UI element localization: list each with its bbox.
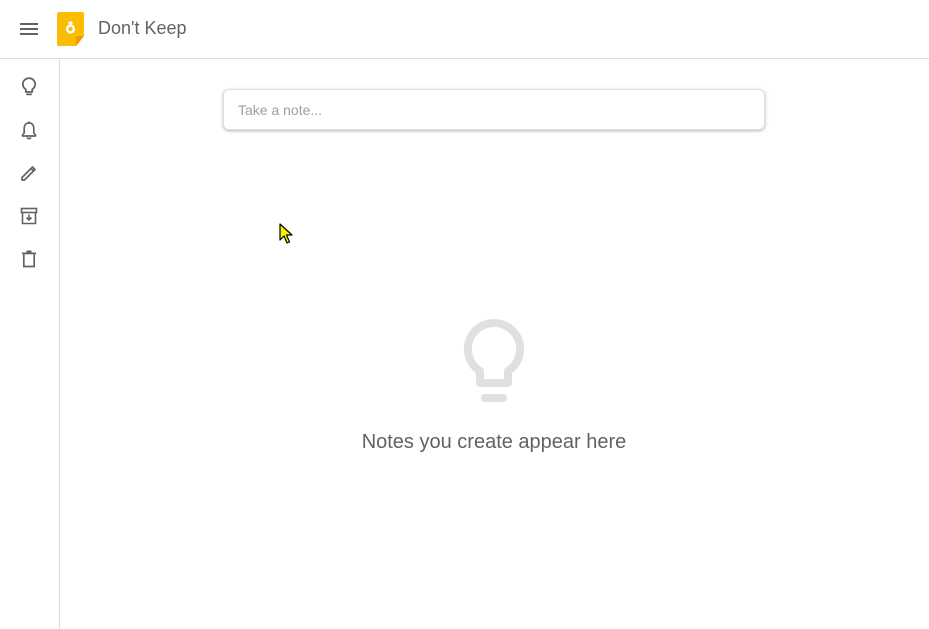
sidebar <box>0 59 60 629</box>
keep-logo-icon[interactable] <box>57 12 84 46</box>
app-title: Don't Keep <box>98 18 187 38</box>
take-a-note-input[interactable] <box>223 89 765 130</box>
sidebar-item-archive[interactable] <box>14 201 44 231</box>
sidebar-item-trash[interactable] <box>14 244 44 274</box>
sidebar-item-edit-labels[interactable] <box>14 158 44 188</box>
sidebar-item-reminders[interactable] <box>14 115 44 145</box>
sidebar-item-notes[interactable] <box>14 72 44 102</box>
empty-state-message: Notes you create appear here <box>361 431 627 453</box>
lightbulb-icon <box>463 319 525 402</box>
bell-icon <box>21 121 37 140</box>
trash-icon <box>22 250 36 268</box>
lightbulb-icon <box>21 77 37 96</box>
hamburger-menu-icon <box>20 23 38 35</box>
app-header: Don't Keep <box>0 0 929 59</box>
main-menu-button[interactable] <box>14 14 44 44</box>
pencil-icon <box>21 166 36 181</box>
main-content: Notes you create appear here <box>61 59 929 629</box>
archive-icon <box>20 207 38 225</box>
